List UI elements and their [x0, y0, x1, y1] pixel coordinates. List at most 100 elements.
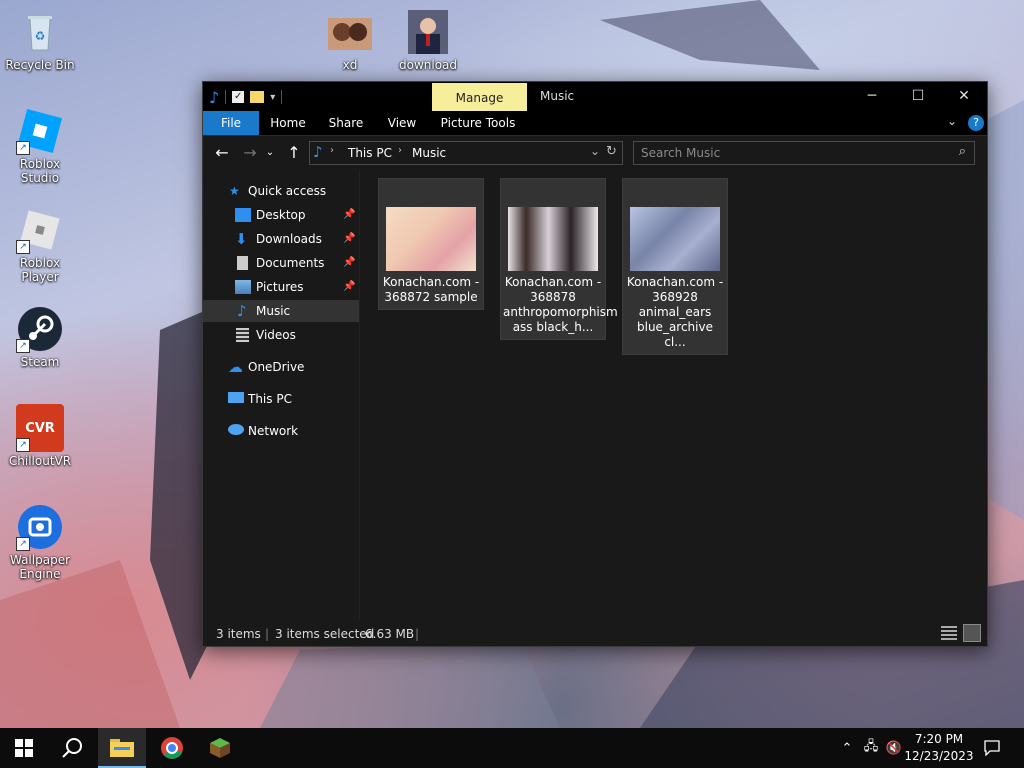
expand-ribbon-chevron-icon[interactable]: ⌄	[947, 114, 957, 128]
chevron-down-icon[interactable]: ▾	[270, 92, 275, 103]
file-name: Konachan.com - 368878 anthropomorphism a…	[503, 275, 618, 334]
nav-network[interactable]: Network	[203, 420, 359, 442]
address-history-chevron-icon[interactable]: ⌄	[590, 144, 600, 158]
navigation-pane: ★ Quick access Desktop 📌 ⬇ Downloads 📌 D…	[203, 170, 359, 620]
back-button[interactable]: ←	[211, 142, 233, 164]
pin-icon[interactable]: 📌	[343, 228, 355, 250]
notification-center-icon[interactable]	[980, 728, 1004, 768]
desktop-icon-recycle-bin[interactable]: ♻ Recycle Bin	[0, 8, 80, 72]
title-bar[interactable]: ♪ ✓ ▾ Manage Music ─ ☐ ✕	[203, 82, 987, 111]
nav-onedrive[interactable]: ☁ OneDrive	[203, 356, 359, 378]
file-item[interactable]: Konachan.com - 368928 animal_ears blue_a…	[622, 178, 728, 355]
selected-count: 3 items selected	[275, 627, 375, 641]
network-status-icon[interactable]: 🖧	[860, 728, 882, 768]
details-view-icon[interactable]	[941, 626, 957, 640]
pin-icon[interactable]: 📌	[343, 276, 355, 298]
pin-icon[interactable]: 📌	[343, 204, 355, 226]
desktop-icon-chilloutvr[interactable]: CVR ↗ ChilloutVR	[0, 404, 80, 468]
nav-music[interactable]: ♪ Music	[203, 300, 359, 322]
breadcrumb-this-pc[interactable]: This PC	[348, 146, 392, 160]
tab-file[interactable]: File	[203, 111, 259, 135]
pin-icon[interactable]: 📌	[343, 252, 355, 274]
nav-documents[interactable]: Documents 📌	[203, 252, 359, 274]
desktop-icon-label: xd	[342, 58, 358, 72]
grass-block-icon	[210, 738, 230, 758]
desktop-icon-xd[interactable]: xd	[310, 8, 390, 72]
nav-quick-access[interactable]: ★ Quick access	[203, 180, 359, 202]
large-icons-view-icon[interactable]	[963, 624, 981, 642]
tab-manage[interactable]: Manage	[432, 83, 527, 111]
start-button[interactable]	[0, 728, 48, 768]
desktop-icon-wallpaper-engine[interactable]: ↗ Wallpaper Engine	[0, 503, 80, 581]
roblox-player-icon: ↗	[16, 206, 64, 254]
volume-muted-icon[interactable]: 🔇	[884, 728, 904, 768]
address-bar[interactable]: ♪ › This PC › Music ⌄ ↻	[309, 141, 623, 165]
desktop-icon-roblox-player[interactable]: ↗ Roblox Player	[0, 206, 80, 284]
show-hidden-icons-chevron-icon[interactable]: ⌃	[838, 728, 856, 768]
search-icon[interactable]: ⌕	[959, 144, 966, 159]
refresh-icon[interactable]: ↻	[606, 144, 617, 159]
nav-desktop[interactable]: Desktop 📌	[203, 204, 359, 226]
tab-share[interactable]: Share	[321, 111, 371, 135]
folder-icon	[110, 739, 134, 757]
svg-text:CVR: CVR	[25, 421, 55, 436]
roblox-studio-icon: ↗	[16, 107, 64, 155]
up-button[interactable]: ↑	[283, 142, 305, 164]
breadcrumb-music[interactable]: Music	[412, 146, 446, 160]
forward-button[interactable]: →	[239, 142, 261, 164]
speech-bubble-icon	[984, 740, 1000, 756]
desktop-icon-download[interactable]: download	[388, 8, 468, 72]
clock[interactable]: 7:20 PM 12/23/2023	[902, 731, 976, 765]
taskbar-chrome[interactable]	[148, 728, 196, 768]
help-icon[interactable]: ?	[968, 115, 984, 131]
nav-downloads[interactable]: ⬇ Downloads 📌	[203, 228, 359, 250]
maximize-button[interactable]: ☐	[895, 82, 941, 111]
music-note-icon: ♪	[237, 302, 247, 320]
tab-view[interactable]: View	[377, 111, 427, 135]
new-folder-icon[interactable]	[250, 91, 265, 103]
clock-time: 7:20 PM	[914, 732, 964, 746]
recycle-bin-icon: ♻	[16, 8, 64, 56]
search-button[interactable]	[48, 728, 96, 768]
computer-icon	[228, 392, 244, 403]
breadcrumb-chevron-icon[interactable]: ›	[398, 145, 402, 156]
status-bar: 3 items | 3 items selected 6.63 MB |	[203, 622, 987, 646]
separator: |	[415, 627, 420, 641]
shortcut-arrow-icon: ↗	[16, 141, 30, 155]
shortcut-arrow-icon: ↗	[16, 339, 30, 353]
wallpaper-engine-icon: ↗	[16, 503, 64, 551]
properties-icon[interactable]: ✓	[232, 91, 245, 103]
file-item[interactable]: Konachan.com - 368872 sample	[378, 178, 484, 310]
file-name: Konachan.com - 368872 sample	[382, 275, 480, 304]
taskbar-file-explorer[interactable]	[98, 728, 146, 768]
nav-this-pc[interactable]: This PC	[203, 388, 359, 410]
desktop-icon-label: download	[398, 58, 458, 72]
tab-home[interactable]: Home	[263, 111, 313, 135]
desktop-icon-label: Recycle Bin	[5, 58, 75, 72]
image-thumbnail	[386, 207, 476, 271]
breadcrumb-chevron-icon[interactable]: ›	[330, 145, 334, 156]
nav-pictures[interactable]: Pictures 📌	[203, 276, 359, 298]
search-icon	[62, 738, 82, 758]
nav-videos[interactable]: Videos	[203, 324, 359, 346]
film-icon	[236, 328, 249, 342]
shortcut-arrow-icon: ↗	[16, 537, 30, 551]
shortcut-arrow-icon: ↗	[16, 240, 30, 254]
music-note-icon[interactable]: ♪	[209, 88, 219, 107]
separator: |	[265, 627, 270, 641]
tab-picture-tools[interactable]: Picture Tools	[437, 111, 519, 135]
taskbar: ⌃ 🖧 🔇 7:20 PM 12/23/2023	[0, 728, 1024, 768]
desktop-icon-label: ChilloutVR	[8, 454, 72, 468]
desktop-icon-roblox-studio[interactable]: ↗ Roblox Studio	[0, 107, 80, 185]
desktop-icon-label: Steam	[20, 355, 60, 369]
desktop-icon-steam[interactable]: ↗ Steam	[0, 305, 80, 369]
chrome-icon	[161, 737, 183, 759]
minimize-button[interactable]: ─	[849, 82, 895, 111]
window-title: Music	[540, 89, 575, 103]
windows-logo-icon	[15, 739, 33, 757]
file-item[interactable]: Konachan.com - 368878 anthropomorphism a…	[500, 178, 618, 340]
search-input[interactable]: Search Music ⌕	[633, 141, 975, 165]
recent-locations-chevron-icon[interactable]: ⌄	[263, 142, 277, 164]
close-button[interactable]: ✕	[941, 82, 987, 111]
taskbar-minecraft[interactable]	[196, 728, 244, 768]
